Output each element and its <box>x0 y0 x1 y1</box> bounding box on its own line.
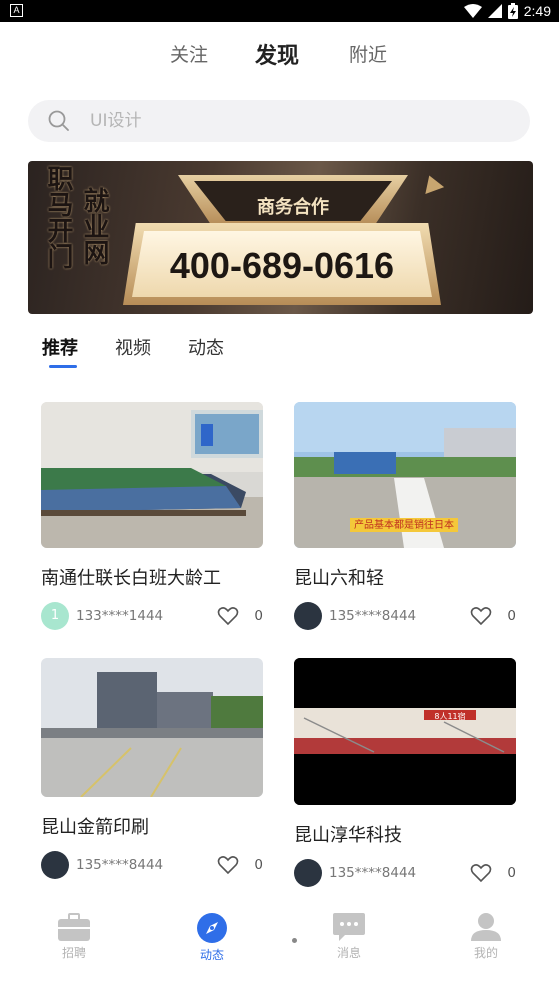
dormitory-room-video-image: 8人11宿 <box>294 658 516 805</box>
tab-recommended[interactable]: 推荐 <box>42 334 78 360</box>
heart-icon[interactable] <box>470 606 492 626</box>
factory-gate-image: 产品基本都是销往日本 <box>294 402 516 548</box>
status-bar: A 2:49 <box>0 0 559 22</box>
post-username: 135****8444 <box>76 857 164 873</box>
person-icon <box>471 913 501 941</box>
banner-brand-text-2: 就业网 <box>79 187 109 265</box>
post-title: 南通仕联长白班大龄工 <box>41 568 221 589</box>
app-notification-badge: A <box>10 4 23 17</box>
factory-building-image <box>41 658 263 797</box>
like-count: 0 <box>507 608 516 624</box>
nav-label: 我的 <box>473 946 498 960</box>
nav-label: 招聘 <box>61 946 86 960</box>
nav-profile[interactable]: 我的 <box>456 913 516 961</box>
post-title: 昆山淳华科技 <box>294 825 402 846</box>
avatar[interactable] <box>41 851 69 879</box>
banner-headline: 商务合作 <box>257 197 329 218</box>
search-icon <box>48 110 69 131</box>
post-title: 昆山六和轻 <box>294 568 384 589</box>
app-screen: 关注 发现 附近 职马开门 就业网 商务合作 400-689-0616 推荐 视… <box>6 22 553 993</box>
heart-icon[interactable] <box>470 863 492 883</box>
chat-bubble-icon <box>333 913 365 941</box>
triangle-decoration-icon <box>419 172 445 194</box>
tab-nearby[interactable]: 附近 <box>349 40 387 67</box>
avatar[interactable] <box>294 602 322 630</box>
battery-charging-icon <box>507 3 518 19</box>
top-tab-bar: 关注 发现 附近 <box>6 40 553 70</box>
active-tab-indicator <box>49 365 77 368</box>
tab-moments[interactable]: 动态 <box>188 334 224 360</box>
avatar[interactable]: 1 <box>41 602 69 630</box>
post-meta: 135****8444 0 <box>41 851 263 879</box>
post-thumbnail[interactable]: 产品基本都是销往日本 <box>294 402 516 548</box>
tab-follow[interactable]: 关注 <box>170 40 208 67</box>
post-title: 昆山金箭印刷 <box>41 817 149 838</box>
post-username: 135****8444 <box>329 865 417 881</box>
nav-messages[interactable]: 消息 <box>319 913 379 961</box>
post-card[interactable]: 产品基本都是销往日本 昆山六和轻 135****8444 0 <box>294 402 516 630</box>
briefcase-icon <box>58 913 90 941</box>
heart-icon[interactable] <box>217 855 239 875</box>
banner-brand-text-1: 职马开门 <box>43 165 73 269</box>
post-meta: 1 133****1444 0 <box>41 602 263 630</box>
home-indicator-dot <box>292 938 297 943</box>
banner-phone-number: 400-689-0616 <box>169 245 395 286</box>
like-count: 0 <box>507 865 516 881</box>
avatar[interactable] <box>294 859 322 887</box>
bottom-navigation: 招聘 动态 消息 我的 <box>6 905 553 993</box>
heart-icon[interactable] <box>217 606 239 626</box>
post-meta: 135****8444 0 <box>294 602 516 630</box>
post-thumbnail[interactable] <box>41 402 263 548</box>
like-count: 0 <box>254 608 263 624</box>
clock: 2:49 <box>523 3 551 19</box>
post-username: 133****1444 <box>76 608 164 624</box>
post-username: 135****8444 <box>329 608 417 624</box>
tab-video[interactable]: 视频 <box>115 334 151 360</box>
like-count: 0 <box>254 857 263 873</box>
search-input[interactable] <box>90 100 510 142</box>
promo-banner[interactable]: 职马开门 就业网 商务合作 400-689-0616 <box>28 161 533 314</box>
room-sign: 8人11宿 <box>434 711 465 721</box>
nav-label: 消息 <box>336 946 361 960</box>
video-caption-overlay: 产品基本都是销往日本 <box>354 518 454 531</box>
post-card[interactable]: 南通仕联长白班大龄工 1 133****1444 0 <box>41 402 263 630</box>
nav-recruit[interactable]: 招聘 <box>44 913 104 961</box>
dormitory-bed-image <box>41 402 263 548</box>
tab-discover[interactable]: 发现 <box>255 38 299 70</box>
nav-label: 动态 <box>199 948 224 962</box>
post-thumbnail[interactable] <box>41 658 263 797</box>
post-card[interactable]: 昆山金箭印刷 135****8444 0 <box>41 658 263 879</box>
post-meta: 135****8444 0 <box>294 859 516 887</box>
post-thumbnail[interactable]: 8人11宿 <box>294 658 516 805</box>
signal-icon <box>487 4 502 18</box>
compass-icon <box>197 913 227 943</box>
wifi-icon <box>463 4 482 18</box>
search-bar[interactable] <box>28 100 530 142</box>
post-card[interactable]: 8人11宿 昆山淳华科技 135****8444 0 <box>294 658 516 887</box>
nav-moments[interactable]: 动态 <box>182 913 242 963</box>
